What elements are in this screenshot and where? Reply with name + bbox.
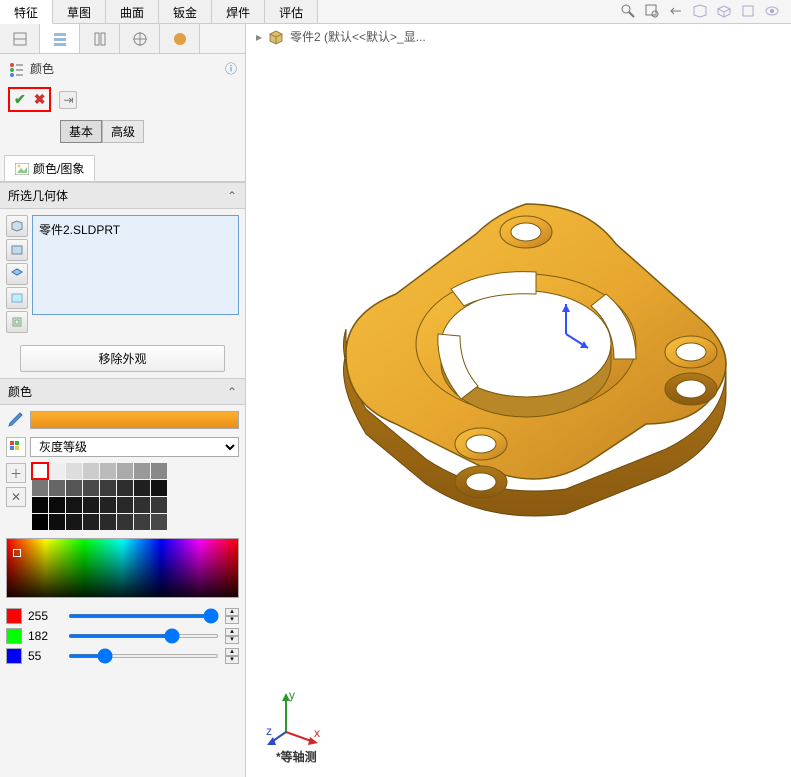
color-preview (30, 411, 239, 429)
tab-evaluate[interactable]: 评估 (265, 0, 318, 23)
chevron-up-icon: ⌃ (227, 189, 237, 203)
filter-part-icon[interactable] (6, 215, 28, 237)
palette-icon[interactable] (6, 437, 26, 457)
blue-row: 55 ▴▾ (6, 648, 239, 664)
blue-spin-up[interactable]: ▴ (225, 648, 239, 656)
part-model[interactable] (286, 184, 766, 564)
color-spectrum[interactable] (6, 538, 239, 598)
blue-value: 55 (28, 649, 62, 663)
spectrum-cursor[interactable] (13, 549, 21, 557)
breadcrumb[interactable]: ▸ 零件2 (默认<<默认>_显... (256, 28, 426, 45)
green-chip (6, 628, 22, 644)
display-style-icon[interactable] (739, 2, 757, 20)
property-manager: 颜色 ⓘ ✔ ✖ ⇥ 基本 高级 颜色/图象 所选几何体 ⌃ (0, 24, 246, 777)
property-manager-tab[interactable] (40, 24, 80, 53)
manager-tabs (0, 24, 245, 54)
red-slider[interactable] (68, 614, 219, 618)
graphics-viewport[interactable]: ▸ 零件2 (默认<<默认>_显... (246, 24, 791, 777)
view-orient-icon[interactable] (715, 2, 733, 20)
filter-face-icon[interactable] (6, 263, 28, 285)
red-chip (6, 608, 22, 624)
remove-appearance-button[interactable]: 移除外观 (20, 345, 225, 372)
panel-title-text: 颜色 (30, 60, 54, 77)
feature-manager-tab[interactable] (0, 24, 40, 53)
red-spin-up[interactable]: ▴ (225, 608, 239, 616)
panel-title: 颜色 (8, 60, 54, 77)
help-icon[interactable]: ⓘ (225, 60, 237, 77)
hide-show-icon[interactable] (763, 2, 781, 20)
eyedropper-icon[interactable] (6, 411, 24, 429)
green-row: 182 ▴▾ (6, 628, 239, 644)
tab-color-image[interactable]: 颜色/图象 (4, 155, 95, 181)
breadcrumb-arrow-icon[interactable]: ▸ (256, 30, 262, 44)
blue-slider[interactable] (68, 654, 219, 658)
svg-text:x: x (314, 726, 320, 740)
section-view-icon[interactable] (691, 2, 709, 20)
remove-swatch-icon[interactable]: ✕ (6, 487, 26, 507)
advanced-button[interactable]: 高级 (102, 120, 144, 143)
tab-weldment[interactable]: 焊件 (212, 0, 265, 23)
swatch-grid[interactable] (32, 463, 167, 530)
add-swatch-icon[interactable]: ＋ (6, 463, 26, 483)
selection-item[interactable]: 零件2.SLDPRT (37, 220, 234, 239)
green-value: 182 (28, 629, 62, 643)
breadcrumb-label: 零件2 (默认<<默认>_显... (290, 28, 426, 45)
ok-button[interactable]: ✔ (14, 91, 26, 108)
ok-cancel-highlight: ✔ ✖ (8, 87, 51, 112)
tab-surface[interactable]: 曲面 (106, 0, 159, 23)
cancel-button[interactable]: ✖ (34, 91, 46, 108)
dimxpert-tab[interactable] (120, 24, 160, 53)
prev-view-icon[interactable] (667, 2, 685, 20)
filter-body-icon[interactable] (6, 239, 28, 261)
blue-chip (6, 648, 22, 664)
zoom-area-icon[interactable] (643, 2, 661, 20)
image-icon (15, 163, 29, 175)
green-spin-up[interactable]: ▴ (225, 628, 239, 636)
view-toolbar (619, 2, 781, 20)
filter-feature-icon[interactable] (6, 311, 28, 333)
red-value: 255 (28, 609, 62, 623)
red-row: 255 ▴▾ (6, 608, 239, 624)
section-color[interactable]: 颜色 ⌃ (0, 378, 245, 405)
part-icon (268, 29, 284, 45)
section-geom-label: 所选几何体 (8, 187, 68, 204)
tab-color-image-label: 颜色/图象 (33, 160, 84, 177)
swatch-preset-select[interactable]: 灰度等级 (30, 437, 239, 457)
green-slider[interactable] (68, 634, 219, 638)
svg-text:z: z (266, 724, 272, 738)
filter-surface-icon[interactable] (6, 287, 28, 309)
chevron-up-icon: ⌃ (227, 385, 237, 399)
config-manager-tab[interactable] (80, 24, 120, 53)
green-spin-down[interactable]: ▾ (225, 636, 239, 644)
display-manager-tab[interactable] (160, 24, 200, 53)
zoom-fit-icon[interactable] (619, 2, 637, 20)
tab-sketch[interactable]: 草图 (53, 0, 106, 23)
color-list-icon (8, 61, 24, 77)
section-color-label: 颜色 (8, 383, 32, 400)
selection-list[interactable]: 零件2.SLDPRT (32, 215, 239, 315)
red-spin-down[interactable]: ▾ (225, 616, 239, 624)
view-triad[interactable]: y x z (266, 687, 326, 747)
pin-button[interactable]: ⇥ (59, 91, 77, 109)
tab-feature[interactable]: 特征 (0, 0, 53, 24)
basic-button[interactable]: 基本 (60, 120, 102, 143)
view-orientation-label: *等轴测 (276, 748, 317, 765)
svg-text:y: y (289, 688, 295, 702)
section-selected-geometry[interactable]: 所选几何体 ⌃ (0, 182, 245, 209)
tab-sheetmetal[interactable]: 钣金 (159, 0, 212, 23)
blue-spin-down[interactable]: ▾ (225, 656, 239, 664)
